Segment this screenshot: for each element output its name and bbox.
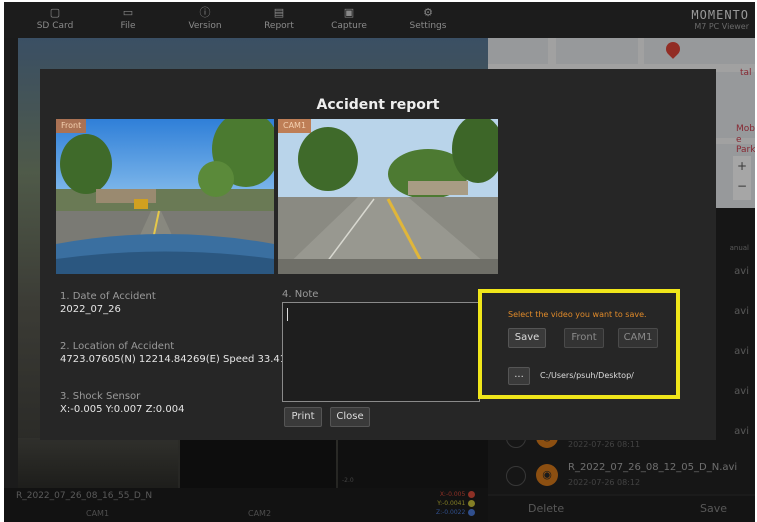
nav-label: Report	[264, 21, 294, 31]
nav-label: Version	[188, 21, 222, 31]
folder-icon: ▭	[122, 6, 134, 19]
date-value: 2022_07_26	[60, 304, 121, 315]
gear-icon: ⚙	[423, 6, 433, 19]
shock-sensor-value: X:-0.005 Y:0.007 Z:0.004	[60, 404, 185, 415]
dialog-title: Accident report	[316, 97, 440, 113]
text-caret	[287, 308, 288, 321]
nav-capture[interactable]: ▣ Capture	[314, 5, 384, 31]
save-path: C:/Users/psuh/Desktop/	[540, 371, 634, 380]
nav-label: Capture	[331, 21, 367, 31]
close-button[interactable]: Close	[330, 407, 370, 427]
save-button[interactable]: Save	[508, 328, 546, 348]
nav-label: Settings	[409, 21, 447, 31]
brand-name: MOMENTO	[691, 8, 749, 22]
save-video-panel: Select the video you want to save. Save …	[478, 289, 680, 399]
nav-file[interactable]: ▭ File	[93, 5, 163, 31]
note-label: 4. Note	[282, 289, 319, 300]
nav-label: SD Card	[36, 21, 74, 31]
brand-logo: MOMENTO M7 PC Viewer	[691, 8, 749, 31]
report-icon: ▤	[273, 6, 285, 19]
sd-card-icon: ▢	[49, 6, 61, 19]
front-camera-scene	[56, 119, 274, 274]
location-value: 4723.07605(N) 12214.84269(E) Speed 33.41…	[60, 354, 309, 365]
app-window: ▢ SD Card ▭ File ⓘ Version ▤ Report ▣ Ca…	[4, 2, 755, 522]
front-camera-image: Front	[56, 119, 274, 274]
camera-tag: CAM1	[278, 119, 312, 133]
shock-sensor-label: 3. Shock Sensor	[60, 391, 141, 402]
info-icon: ⓘ	[199, 6, 211, 19]
front-button[interactable]: Front	[564, 328, 604, 348]
nav-sd-card[interactable]: ▢ SD Card	[20, 5, 90, 31]
cam1-camera-scene	[278, 119, 498, 274]
save-prompt: Select the video you want to save.	[508, 310, 647, 319]
nav-settings[interactable]: ⚙ Settings	[393, 5, 463, 31]
browse-button[interactable]: ...	[508, 367, 530, 385]
nav-label: File	[120, 21, 136, 31]
location-label: 2. Location of Accident	[60, 341, 175, 352]
cam1-camera-image: CAM1	[278, 119, 498, 274]
date-label: 1. Date of Accident	[60, 291, 156, 302]
accident-report-dialog: Accident report Front CAM1 1. Date of Ac…	[40, 69, 716, 440]
nav-report[interactable]: ▤ Report	[244, 5, 314, 31]
capture-icon: ▣	[343, 6, 355, 19]
nav-version[interactable]: ⓘ Version	[170, 5, 240, 31]
note-textarea[interactable]	[282, 302, 480, 402]
camera-tag: Front	[56, 119, 87, 133]
print-button[interactable]: Print	[284, 407, 322, 427]
top-nav: ▢ SD Card ▭ File ⓘ Version ▤ Report ▣ Ca…	[4, 2, 755, 38]
cam1-button[interactable]: CAM1	[618, 328, 658, 348]
brand-subtitle: M7 PC Viewer	[694, 22, 749, 31]
